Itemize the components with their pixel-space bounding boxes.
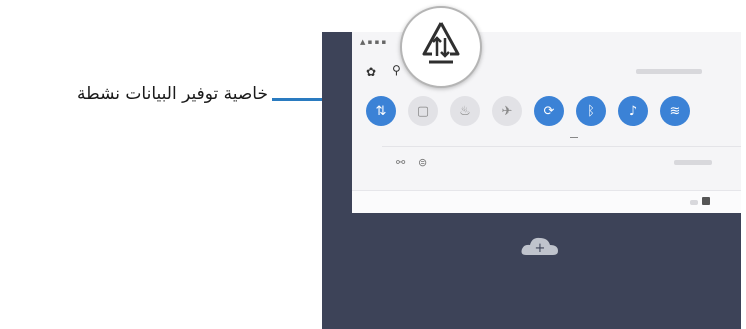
airplane-tile[interactable]: ✈: [492, 96, 522, 126]
screen-tile[interactable]: ▢: [408, 96, 438, 126]
panel-divider: [382, 146, 741, 147]
add-plus-glyph: +: [535, 241, 546, 256]
data-saver-tile[interactable]: ⇅: [366, 96, 396, 126]
callout-label: خاصية توفير البيانات نشطة: [77, 84, 268, 104]
search-icon[interactable]: ⚲: [392, 63, 401, 77]
sound-tile[interactable]: ♪: [618, 96, 648, 126]
notification-app-icon: [702, 197, 710, 205]
gear-icon[interactable]: ✿: [366, 65, 376, 79]
bluetooth-tile[interactable]: ᛒ: [576, 96, 606, 126]
data-saver-glyph: [422, 22, 460, 64]
sync-icon[interactable]: ⊜: [418, 156, 427, 169]
status-bar: ▲ ▪ ▪ ▪: [360, 38, 387, 46]
data-saver-icon: [400, 6, 482, 88]
notification-text: [690, 200, 698, 205]
notification-row[interactable]: [352, 190, 741, 213]
device-name-text: [636, 69, 702, 74]
page-indicator: [570, 137, 578, 138]
connected-devices-icon[interactable]: ⚯: [396, 156, 405, 169]
tablet-screen: ▲ ▪ ▪ ▪ ✿ ⚲ ⇅ ▢ ♨ ✈ ⟳ ᛒ ♪ ≋ ⚯ ⊜ +: [322, 32, 741, 329]
wifi-tile[interactable]: ≋: [660, 96, 690, 126]
flashlight-tile[interactable]: ♨: [450, 96, 480, 126]
smart-things-text: [674, 160, 712, 165]
add-cloud-icon[interactable]: +: [520, 235, 560, 257]
auto-rotate-tile[interactable]: ⟳: [534, 96, 564, 126]
